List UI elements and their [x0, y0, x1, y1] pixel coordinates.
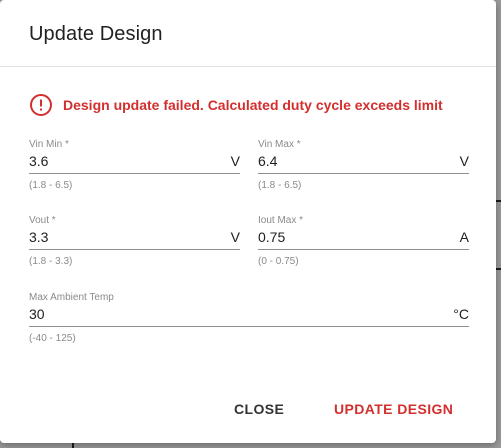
- update-design-dialog: Update Design Design update failed. Calc…: [0, 0, 496, 443]
- field-hint: (1.8 - 6.5): [258, 180, 302, 191]
- error-outline-icon: [29, 93, 53, 117]
- vin-min-input[interactable]: 3.6: [29, 153, 48, 169]
- vin-min-field[interactable]: Vin Min * 3.6 V (1.8 - 6.5): [29, 139, 240, 195]
- update-design-button[interactable]: UPDATE DESIGN: [334, 401, 453, 417]
- background-edge: [496, 268, 501, 270]
- field-label: Iout Max *: [258, 215, 304, 226]
- max-ambient-temp-field[interactable]: Max Ambient Temp 30 °C (-40 - 125): [29, 292, 469, 348]
- field-underline: [29, 173, 240, 174]
- field-label: Max Ambient Temp: [29, 292, 114, 303]
- dialog-title: Update Design: [29, 23, 163, 45]
- field-hint: (-40 - 125): [29, 333, 76, 344]
- background-edge: [496, 200, 501, 202]
- iout-max-input[interactable]: 0.75: [258, 229, 285, 245]
- vout-input[interactable]: 3.3: [29, 229, 48, 245]
- field-underline: [29, 249, 240, 250]
- field-hint: (0 - 0.75): [258, 256, 299, 267]
- field-unit: V: [230, 153, 240, 169]
- vin-max-input[interactable]: 6.4: [258, 153, 277, 169]
- field-hint: (1.8 - 3.3): [29, 256, 73, 267]
- field-unit: °C: [453, 306, 469, 322]
- max-ambient-temp-input[interactable]: 30: [29, 306, 45, 322]
- vin-max-field[interactable]: Vin Max * 6.4 V (1.8 - 6.5): [258, 139, 469, 195]
- close-button[interactable]: CLOSE: [234, 401, 284, 417]
- error-message-row: Design update failed. Calculated duty cy…: [29, 93, 443, 117]
- field-label: Vin Min *: [29, 139, 69, 150]
- field-unit: A: [459, 229, 469, 245]
- field-hint: (1.8 - 6.5): [29, 180, 73, 191]
- field-unit: V: [230, 229, 240, 245]
- field-unit: V: [459, 153, 469, 169]
- title-divider: [0, 66, 496, 67]
- field-underline: [258, 249, 469, 250]
- field-underline: [258, 173, 469, 174]
- iout-max-field[interactable]: Iout Max * 0.75 A (0 - 0.75): [258, 215, 469, 271]
- field-underline: [29, 326, 469, 327]
- error-text: Design update failed. Calculated duty cy…: [63, 97, 443, 113]
- field-label: Vin Max *: [258, 139, 301, 150]
- field-label: Vout *: [29, 215, 56, 226]
- vout-field[interactable]: Vout * 3.3 V (1.8 - 3.3): [29, 215, 240, 271]
